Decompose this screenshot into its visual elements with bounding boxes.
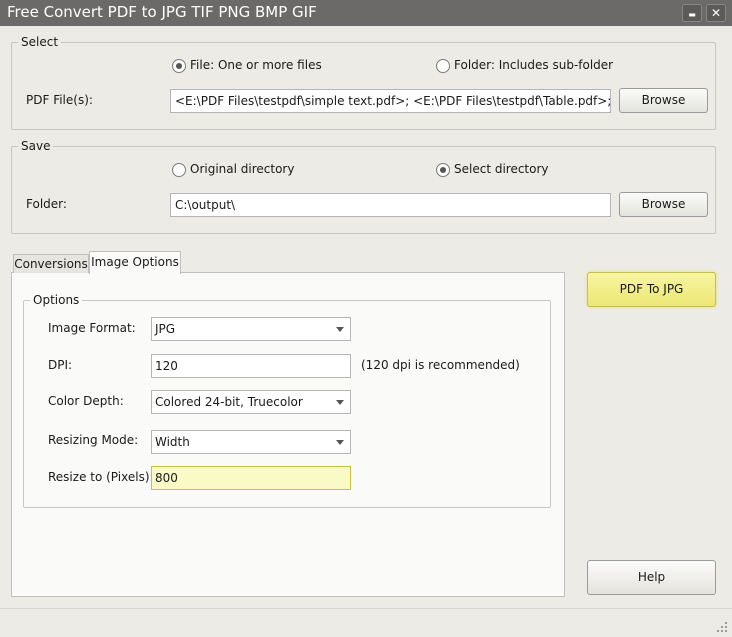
window-title: Free Convert PDF to JPG TIF PNG BMP GIF — [7, 3, 317, 21]
close-icon: ✕ — [710, 6, 722, 20]
tab-image-options[interactable]: Image Options — [89, 251, 181, 274]
minimize-button[interactable]: ▬ — [682, 4, 702, 22]
select-group-legend: Select — [18, 35, 62, 49]
radio-original-directory[interactable] — [172, 163, 186, 177]
help-button[interactable]: Help — [587, 560, 716, 595]
dpi-hint: (120 dpi is recommended) — [361, 358, 520, 372]
select-group — [11, 42, 716, 130]
pdf-to-jpg-button[interactable]: PDF To JPG — [587, 272, 716, 307]
image-format-label: Image Format: — [48, 321, 136, 335]
browse-pdf-button[interactable]: Browse — [619, 88, 708, 113]
resizing-mode-select[interactable]: Width — [151, 430, 351, 454]
folder-input[interactable]: C:\output\ — [170, 193, 611, 217]
status-bar-divider — [0, 608, 732, 609]
color-depth-value: Colored 24-bit, Truecolor — [155, 395, 303, 409]
image-format-value: JPG — [155, 322, 176, 336]
radio-original-directory-label[interactable]: Original directory — [190, 162, 294, 176]
color-depth-label: Color Depth: — [48, 394, 124, 408]
image-format-select[interactable]: JPG — [151, 317, 351, 341]
tab-conversions[interactable]: Conversions — [13, 254, 89, 273]
minimize-icon: ▬ — [688, 10, 696, 19]
dpi-label: DPI: — [48, 358, 73, 372]
save-group-legend: Save — [18, 139, 54, 153]
chevron-down-icon — [336, 400, 344, 405]
resize-grip-icon[interactable] — [715, 620, 729, 634]
dpi-input[interactable]: 120 — [151, 354, 351, 378]
color-depth-select[interactable]: Colored 24-bit, Truecolor — [151, 390, 351, 414]
radio-select-directory-label[interactable]: Select directory — [454, 162, 549, 176]
save-group — [11, 146, 716, 234]
radio-folder[interactable] — [436, 59, 450, 73]
resize-grip-icon-svg — [717, 622, 727, 632]
radio-select-directory[interactable] — [436, 163, 450, 177]
resize-to-input[interactable]: 800 — [151, 466, 351, 490]
resizing-mode-label: Resizing Mode: — [48, 433, 139, 447]
browse-folder-button[interactable]: Browse — [619, 192, 708, 217]
folder-label: Folder: — [26, 197, 67, 211]
resize-to-label: Resize to (Pixels): — [48, 470, 154, 484]
pdf-files-label: PDF File(s): — [26, 93, 93, 107]
radio-file[interactable] — [172, 59, 186, 73]
chevron-down-icon — [336, 327, 344, 332]
options-group-legend: Options — [30, 293, 83, 307]
radio-file-label[interactable]: File: One or more files — [190, 58, 322, 72]
pdf-files-input[interactable]: <E:\PDF Files\testpdf\simple text.pdf>; … — [170, 89, 611, 113]
radio-folder-label[interactable]: Folder: Includes sub-folder — [454, 58, 613, 72]
close-button[interactable]: ✕ — [706, 4, 726, 22]
resizing-mode-value: Width — [155, 435, 190, 449]
chevron-down-icon — [336, 440, 344, 445]
